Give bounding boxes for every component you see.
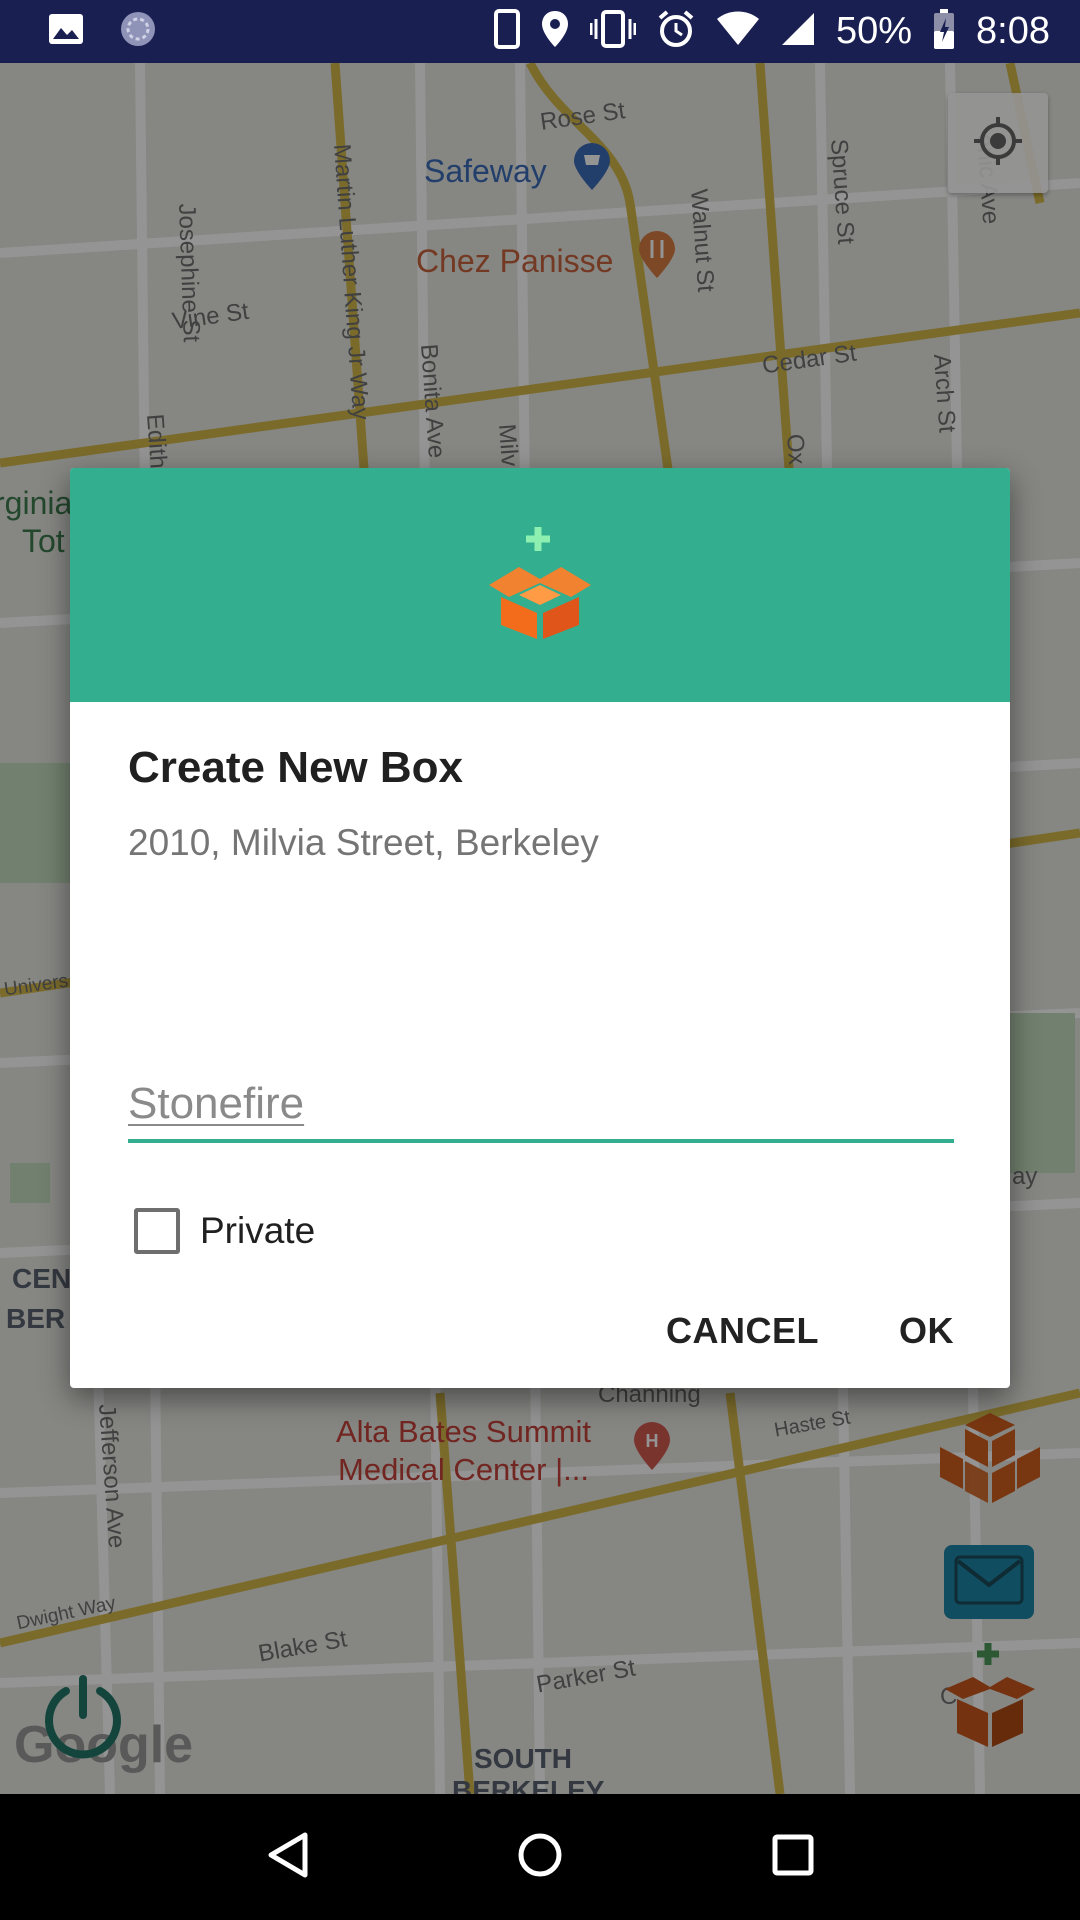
dialog-header: [70, 468, 1010, 702]
district-label: BERKELEY: [452, 1775, 605, 1794]
poi-alta-bates-line2: Medical Center |...: [338, 1452, 589, 1487]
shopping-pin-icon: [572, 143, 612, 196]
poi-safeway[interactable]: Safeway: [424, 153, 547, 190]
poi-chez-panisse[interactable]: Chez Panisse: [416, 243, 613, 280]
poi-alta-bates-line1: Alta Bates Summit: [336, 1414, 591, 1449]
status-bar: 50% 8:08: [0, 0, 1080, 63]
my-location-button[interactable]: [948, 93, 1048, 193]
recents-icon: [772, 1834, 814, 1881]
district-label: SOUTH: [474, 1743, 572, 1774]
restaurant-pin-icon: [638, 231, 676, 284]
navigation-bar: [0, 1794, 1080, 1920]
poi-alta-bates[interactable]: Alta Bates Summit Medical Center |...: [336, 1413, 591, 1489]
signal-icon: [780, 11, 816, 52]
boxes-icon: [935, 1411, 1045, 1516]
alarm-icon: [656, 9, 696, 54]
back-button[interactable]: [247, 1817, 327, 1897]
mail-button[interactable]: [944, 1545, 1034, 1619]
battery-icon: [932, 8, 956, 55]
power-icon: [38, 1671, 128, 1766]
district-label: BER: [6, 1303, 66, 1334]
location-icon: [540, 9, 570, 54]
recents-button[interactable]: [753, 1817, 833, 1897]
district-label: rginia: [0, 485, 73, 521]
clock: 8:08: [976, 10, 1050, 52]
sync-icon: [118, 9, 158, 54]
back-icon: [265, 1831, 309, 1884]
cancel-button[interactable]: CANCEL: [666, 1310, 819, 1352]
dialog-address: 2010, Milvia Street, Berkeley: [128, 822, 599, 863]
image-icon: [48, 13, 84, 50]
add-box-icon: [935, 1641, 1045, 1756]
dialog-title: Create New Box: [128, 743, 464, 792]
district-label: Tot: [22, 523, 65, 559]
private-label: Private: [200, 1210, 316, 1251]
private-checkbox[interactable]: [134, 1208, 180, 1254]
mail-icon: [954, 1555, 1024, 1610]
boxes-button[interactable]: [930, 1403, 1050, 1523]
wifi-icon: [716, 11, 760, 52]
home-icon: [516, 1831, 564, 1884]
ok-button[interactable]: OK: [899, 1310, 954, 1352]
crosshair-icon: [970, 113, 1026, 174]
home-button[interactable]: [500, 1817, 580, 1897]
street-label: Ox: [781, 433, 811, 466]
street-label: ay: [1012, 1163, 1038, 1190]
private-checkbox-row[interactable]: Private: [134, 1208, 315, 1254]
add-box-button[interactable]: [930, 1641, 1050, 1756]
vibrate-icon: [589, 9, 637, 54]
street-label: Arch St: [928, 353, 961, 434]
street-label: Milv: [493, 423, 523, 468]
power-button[interactable]: [28, 1663, 138, 1773]
street-label: Edith: [141, 413, 172, 470]
district-label: CEN: [12, 1263, 72, 1294]
create-box-dialog: Create New Box 2010, Milvia Street, Berk…: [70, 468, 1010, 1388]
phone-icon: [493, 9, 520, 54]
dialog-actions: CANCEL OK: [666, 1310, 954, 1352]
hospital-pin-icon: H: [632, 1421, 672, 1476]
add-box-icon: [485, 525, 595, 646]
box-name-input[interactable]: [128, 1073, 954, 1143]
svg-text:H: H: [646, 1431, 659, 1451]
battery-percent: 50%: [835, 10, 913, 52]
